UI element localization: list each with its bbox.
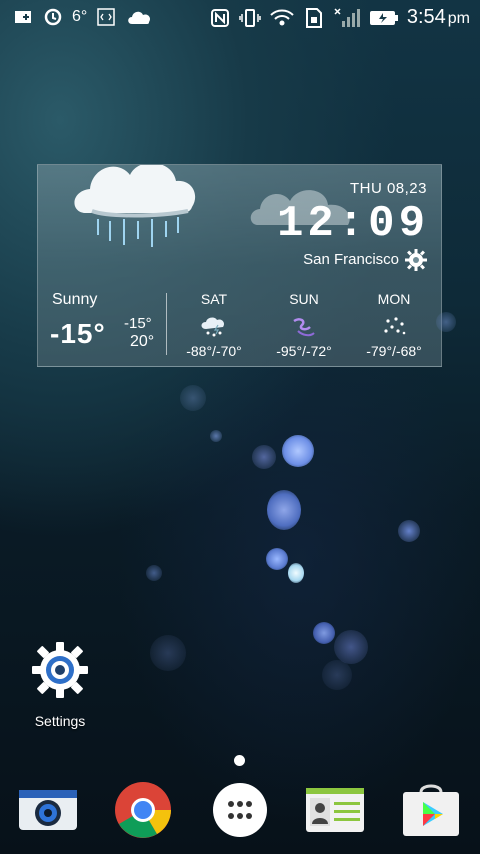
status-bar: 6° 3:54 pm	[0, 0, 480, 36]
widget-city[interactable]: San Francisco	[303, 251, 399, 268]
nfc-icon	[209, 7, 231, 29]
vibrate-icon	[239, 7, 261, 29]
bokeh-light	[282, 435, 314, 467]
forecast-day-mon: MON	[377, 291, 411, 307]
status-time: 3:54	[406, 6, 446, 28]
chrome-app[interactable]	[113, 780, 173, 840]
bokeh-light	[322, 660, 352, 690]
widget-divider	[166, 293, 167, 355]
current-temperature: -15°	[50, 318, 106, 349]
signal-icon	[333, 7, 361, 29]
settings-gear-icon	[32, 642, 88, 698]
weather-widget[interactable]: THU 08,23 12:09 San Francisco Sunny -15°…	[37, 164, 442, 367]
status-ampm: pm	[447, 10, 470, 27]
forecast-day-sun: SUN	[289, 291, 319, 307]
gear-icon[interactable]	[405, 249, 427, 271]
play-store-icon	[403, 784, 459, 836]
bokeh-light	[146, 565, 162, 581]
snow-cloud-icon	[169, 315, 259, 337]
forecast-range-sat: -88°/-70°	[186, 343, 242, 359]
app-drawer-button[interactable]	[210, 780, 270, 840]
bokeh-light	[266, 548, 288, 570]
settings-app[interactable]: Settings	[28, 640, 92, 729]
rain-cloud-icon	[74, 165, 196, 247]
bokeh-light	[267, 490, 301, 530]
bokeh-light	[398, 520, 420, 542]
settings-label: Settings	[34, 713, 86, 729]
chrome-icon	[115, 782, 171, 838]
forecast-range-sun: -95°/-72°	[276, 343, 332, 359]
camera-app[interactable]	[18, 780, 78, 840]
sim-icon	[303, 7, 325, 29]
bokeh-light	[150, 635, 186, 671]
wind-icon	[259, 315, 349, 337]
add-icon	[12, 6, 34, 28]
wifi-icon	[269, 7, 295, 29]
weather-condition: Sunny	[52, 291, 98, 308]
bokeh-light	[180, 385, 206, 411]
app-drawer-icon	[213, 783, 267, 837]
temperature-high: -15°	[124, 315, 152, 332]
bokeh-light	[334, 630, 368, 664]
bokeh-light	[436, 312, 456, 332]
code-icon	[95, 6, 117, 28]
cloud-icon	[125, 6, 155, 28]
bokeh-light	[313, 622, 335, 644]
widget-clock[interactable]: 12:09	[277, 199, 429, 249]
snowflake-icon	[349, 315, 439, 337]
status-clock: 3:54 pm	[407, 6, 470, 29]
widget-date: THU 08,23	[349, 180, 427, 197]
page-indicator	[234, 755, 245, 766]
bokeh-light	[252, 445, 276, 469]
bokeh-light	[210, 430, 222, 442]
temperature-low: 20°	[130, 333, 155, 350]
contacts-app[interactable]	[305, 780, 365, 840]
sync-icon	[42, 6, 64, 28]
forecast-day-sat: SAT	[200, 291, 228, 307]
camera-icon	[19, 790, 77, 830]
battery-charging-icon	[369, 7, 399, 29]
forecast-range-mon: -79°/-68°	[366, 343, 422, 359]
bokeh-light	[288, 563, 304, 583]
play-store-app[interactable]	[401, 780, 461, 840]
contacts-icon	[306, 788, 364, 832]
status-temperature: 6°	[72, 8, 88, 25]
